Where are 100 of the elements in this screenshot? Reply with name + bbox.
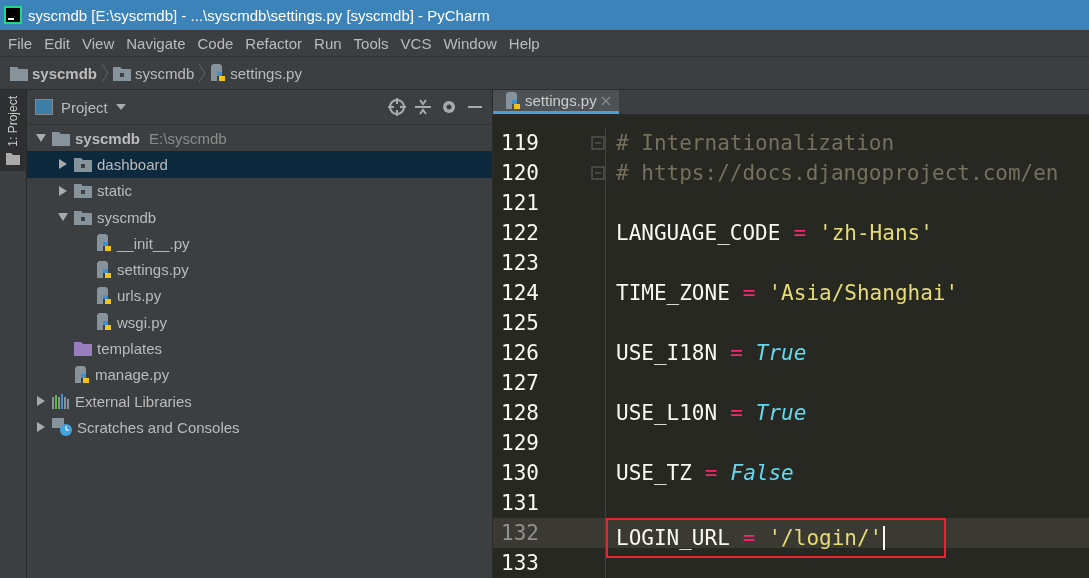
folder-icon [74, 341, 92, 356]
menu-item[interactable]: Run [308, 34, 348, 52]
python-file-icon [74, 365, 90, 384]
tree-item-label: syscmdb [75, 129, 141, 147]
line-number: 127 [500, 371, 540, 395]
project-path: E:\syscmdb [149, 129, 227, 147]
line-number: 119 [500, 131, 540, 155]
line-number: 121 [500, 191, 540, 215]
line-number: 126 [500, 341, 540, 365]
tree-item-label: urls.py [117, 287, 162, 305]
tree-item-label: manage.py [95, 366, 170, 384]
line-number: 120 [500, 161, 540, 185]
menu-item[interactable]: View [76, 34, 121, 52]
window-title: syscmdb [E:\syscmdb] - ...\syscmdb\settings.py [syscmdb] - PyCharm [28, 6, 490, 24]
python-file-icon [96, 286, 112, 305]
code-token: = [793, 221, 807, 245]
menu-item[interactable]: Help [502, 34, 546, 52]
breadcrumb-item[interactable]: settings.py [230, 64, 302, 82]
tree-item[interactable]: wsgi.py [27, 309, 492, 336]
tree-item-label: settings.py [117, 261, 189, 279]
menu-item[interactable]: File [2, 34, 39, 52]
folder-icon [74, 183, 92, 199]
tree-item[interactable]: static [27, 177, 492, 204]
collapse-all-icon[interactable] [414, 98, 432, 116]
folder-icon [74, 209, 92, 225]
tool-window-tab[interactable]: 1: Project [0, 90, 26, 171]
line-number: 130 [500, 461, 540, 485]
tree-item[interactable]: syscmdb E:\syscmdb [27, 125, 492, 152]
tree-item[interactable]: __init__.py [27, 230, 492, 257]
menu-item[interactable]: Tools [347, 34, 395, 52]
code-token: = [730, 341, 743, 365]
code-token: 'Asia/Shanghai' [768, 281, 959, 305]
code-token: USE_I18N [616, 341, 718, 365]
fold-marker-icon[interactable] [591, 136, 605, 150]
menu-item[interactable]: Refactor [239, 34, 309, 52]
panel-title[interactable]: Project [61, 98, 108, 116]
tree-item[interactable]: manage.py [27, 361, 492, 388]
code-token: TIME_ZONE [616, 281, 730, 305]
breadcrumb-item[interactable]: syscmdb [32, 64, 98, 82]
code-token: = [742, 526, 756, 550]
tree-item[interactable]: dashboard [27, 151, 492, 178]
breadcrumb-item[interactable]: syscmdb [135, 64, 195, 82]
line-number: 133 [500, 551, 540, 575]
line-number: 122 [500, 221, 540, 245]
line-number: 132 [500, 521, 540, 545]
tree-item-label: Scratches and Consoles [77, 418, 240, 436]
python-file-icon [96, 260, 112, 279]
expand-arrow-icon[interactable] [35, 421, 47, 434]
tree-item[interactable]: Scratches and Consoles [27, 414, 492, 441]
line-number: 123 [500, 251, 540, 275]
app-logo-icon [4, 6, 22, 24]
fold-marker-icon[interactable] [591, 166, 605, 180]
tree-item[interactable]: syscmdb [27, 203, 492, 231]
code-token: USE_L10N [616, 401, 718, 425]
code-token: = [730, 401, 743, 425]
tree-item-label: syscmdb [97, 208, 157, 226]
code-token: False [730, 461, 794, 485]
menu-item[interactable]: Window [437, 34, 503, 52]
tree-item[interactable]: urls.py [27, 282, 492, 310]
code-token: # https://docs.djangoproject.com/en [616, 161, 1059, 185]
tree-item-label: dashboard [97, 155, 168, 173]
tree-item-label: templates [97, 340, 163, 357]
line-number: 129 [500, 431, 540, 455]
python-file-icon [505, 91, 521, 110]
code-token: True [755, 341, 807, 365]
code-token: '/login/' [768, 526, 883, 550]
chevron-icon [198, 63, 207, 83]
tree-item[interactable]: External Libraries [27, 387, 492, 415]
menu-item[interactable]: Edit [38, 34, 77, 52]
python-file-icon [96, 313, 112, 332]
code-token: True [755, 401, 807, 425]
code-token: # Internationalization [616, 131, 895, 155]
expand-arrow-icon[interactable] [35, 395, 47, 408]
tree-item[interactable]: settings.py [27, 256, 492, 283]
crosshair-icon[interactable] [388, 98, 406, 116]
tree-item-label: wsgi.py [117, 313, 168, 331]
code-token: = [704, 461, 718, 485]
libraries-icon [52, 393, 70, 409]
python-file-icon [96, 234, 112, 253]
folder-icon [74, 156, 92, 172]
menu-item[interactable]: VCS [394, 34, 438, 52]
folder-icon [6, 152, 20, 165]
editor-tab[interactable]: settings.py [493, 90, 619, 114]
tree-item-label: static [97, 182, 132, 200]
dropdown-caret-icon[interactable] [115, 104, 126, 110]
expand-arrow-icon[interactable] [57, 184, 69, 197]
tree-item[interactable]: templates [27, 335, 492, 362]
expand-arrow-icon[interactable] [57, 158, 69, 171]
line-number: 125 [500, 311, 540, 335]
folder-icon [10, 65, 28, 81]
code-token: = [742, 281, 756, 305]
code-token: USE_TZ [616, 461, 692, 485]
code-token: LANGUAGE_CODE [616, 221, 781, 245]
menu-item[interactable]: Navigate [120, 34, 192, 52]
menu-item[interactable]: Code [191, 34, 240, 52]
code-token: LOGIN_URL [616, 526, 730, 550]
python-file-icon [210, 64, 227, 82]
line-number: 131 [500, 491, 540, 515]
folder-icon [52, 130, 70, 146]
line-number: 124 [500, 281, 540, 305]
